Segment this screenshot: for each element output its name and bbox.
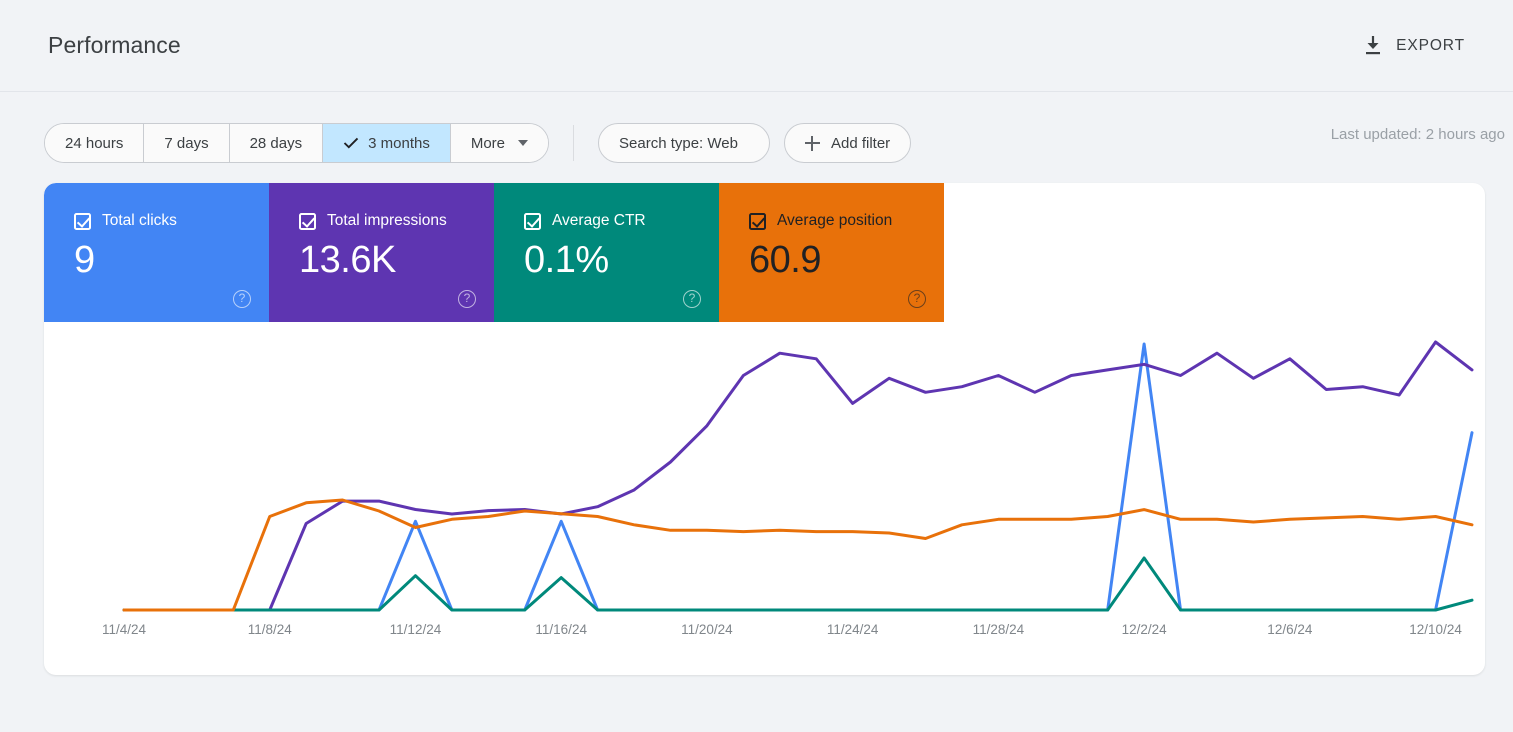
metric-value: 60.9 <box>749 239 821 281</box>
x-axis-tick-label: 11/8/24 <box>247 622 292 637</box>
checkbox-checked-icon[interactable] <box>299 212 316 230</box>
toolbar-divider <box>573 125 575 161</box>
metric-label: Average position <box>777 212 893 229</box>
x-axis-tick-label: 12/6/24 <box>1267 622 1313 637</box>
metric-card-average-position[interactable]: Average position 60.9 ? <box>719 183 944 322</box>
range-tab-label: 28 days <box>249 134 303 152</box>
metric-card-header: Average CTR <box>524 212 719 230</box>
x-axis-tick-label: 11/24/24 <box>826 622 879 637</box>
checkbox-checked-icon[interactable] <box>74 212 91 230</box>
performance-chart[interactable]: 11/4/24 11/8/24 11/12/24 11/16/24 11/20/24 11… <box>44 322 1485 675</box>
chart-line-average-ctr <box>124 558 1472 610</box>
export-button[interactable]: EXPORT <box>1359 29 1469 62</box>
range-tab-label: More <box>470 134 506 152</box>
metric-card-header: Total clicks <box>74 212 269 230</box>
metric-card-header: Total impressions <box>299 212 494 230</box>
checkbox-checked-icon[interactable] <box>749 212 766 230</box>
range-tab-3-months[interactable]: 3 months <box>323 124 451 162</box>
x-axis-tick-label: 12/2/24 <box>1121 622 1167 637</box>
search-type-filter[interactable]: Search type: Web <box>598 123 770 163</box>
check-icon <box>343 137 359 149</box>
chart-line-average-position <box>124 500 1472 610</box>
metric-card-average-ctr[interactable]: Average CTR 0.1% ? <box>494 183 719 322</box>
chevron-down-icon <box>518 140 529 146</box>
chart-x-axis: 11/4/24 11/8/24 11/12/24 11/16/24 11/20/24 11… <box>44 616 1485 656</box>
help-icon[interactable]: ? <box>233 290 251 308</box>
help-icon[interactable]: ? <box>458 290 476 308</box>
x-axis-tick-label: 11/4/24 <box>101 622 147 637</box>
metric-card-header: Average position <box>749 212 944 230</box>
range-tab-more[interactable]: More <box>450 124 549 162</box>
x-axis-tick-label: 11/12/24 <box>389 622 442 637</box>
date-range-segmented-control: 24 hours 7 days 28 days 3 months More <box>44 123 550 163</box>
x-axis-tick-label: 12/10/24 <box>1409 622 1462 637</box>
add-filter-button[interactable]: Add filter <box>783 123 912 163</box>
plus-icon <box>804 135 820 151</box>
last-updated-text: Last updated: 2 hours ago <box>1330 126 1505 143</box>
help-icon[interactable]: ? <box>908 290 926 308</box>
metric-label: Total clicks <box>102 212 177 229</box>
metric-value: 9 <box>74 239 95 281</box>
page-header: Performance EXPORT <box>0 0 1513 92</box>
x-axis-tick-label: 11/20/24 <box>681 622 733 637</box>
metric-label: Average CTR <box>552 212 646 229</box>
range-tab-label: 3 months <box>368 134 430 152</box>
range-tab-28-days[interactable]: 28 days <box>229 124 324 162</box>
metric-value: 0.1% <box>524 239 609 281</box>
range-tab-label: 7 days <box>164 134 209 152</box>
performance-panel: Total clicks 9 ? Total impressions 13.6K… <box>44 183 1485 675</box>
range-tab-7-days[interactable]: 7 days <box>144 124 230 162</box>
chart-svg <box>44 322 1485 616</box>
chart-line-total-impressions <box>124 342 1472 610</box>
help-icon[interactable]: ? <box>683 290 701 308</box>
export-label: EXPORT <box>1396 36 1465 54</box>
chart-line-total-clicks <box>124 344 1472 610</box>
metric-label: Total impressions <box>327 212 447 229</box>
filter-bar: 24 hours 7 days 28 days 3 months More Se… <box>0 92 1513 172</box>
metric-cards: Total clicks 9 ? Total impressions 13.6K… <box>44 183 1485 322</box>
range-tab-24-hours[interactable]: 24 hours <box>45 124 145 162</box>
metric-value: 13.6K <box>299 239 396 281</box>
metric-card-total-impressions[interactable]: Total impressions 13.6K ? <box>269 183 494 322</box>
download-icon <box>1363 35 1383 56</box>
page-title: Performance <box>48 32 181 58</box>
x-axis-tick-label: 11/28/24 <box>972 622 1025 637</box>
metric-card-total-clicks[interactable]: Total clicks 9 ? <box>44 183 269 322</box>
checkbox-checked-icon[interactable] <box>524 212 541 230</box>
x-axis-tick-label: 11/16/24 <box>535 622 587 637</box>
search-type-label: Search type: Web <box>619 134 738 152</box>
add-filter-label: Add filter <box>830 134 891 152</box>
range-tab-label: 24 hours <box>65 134 124 152</box>
